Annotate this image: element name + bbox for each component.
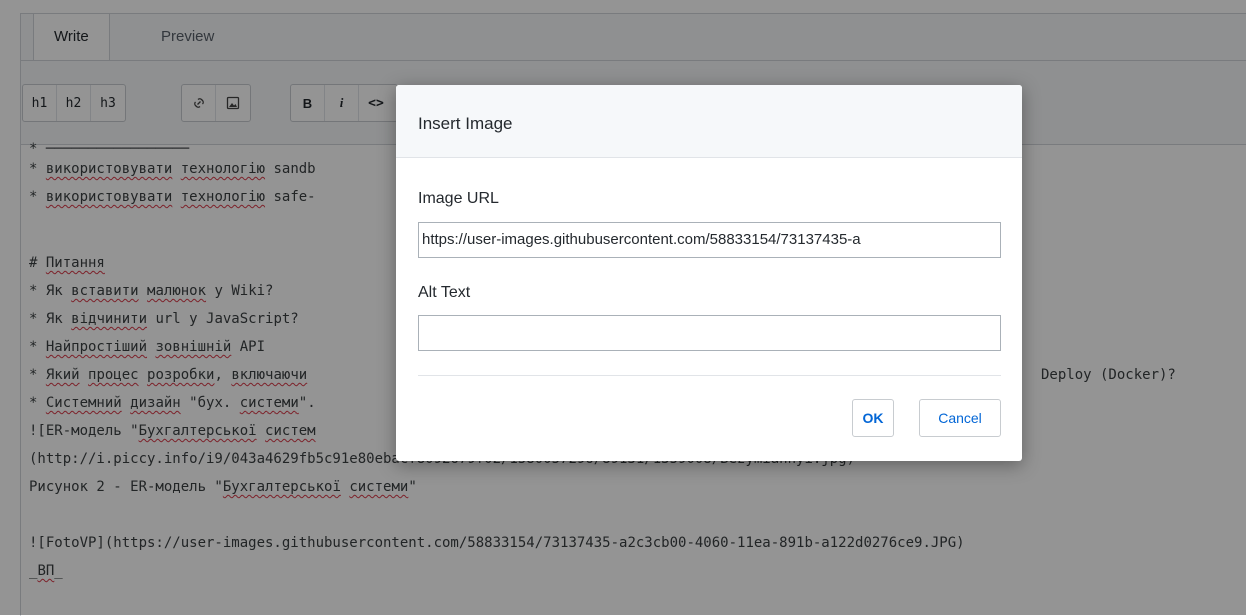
ok-button[interactable]: OK (852, 399, 894, 437)
cancel-button[interactable]: Cancel (919, 399, 1001, 437)
image-url-input[interactable]: https://user-images.githubusercontent.co… (418, 222, 1001, 258)
image-url-label: Image URL (418, 190, 499, 207)
insert-image-dialog: Insert Image Image URL https://user-imag… (396, 85, 1022, 461)
dialog-divider (418, 375, 1001, 376)
alt-text-label: Alt Text (418, 284, 471, 301)
dialog-title: Insert Image (396, 85, 1022, 158)
alt-text-input[interactable] (418, 315, 1001, 351)
